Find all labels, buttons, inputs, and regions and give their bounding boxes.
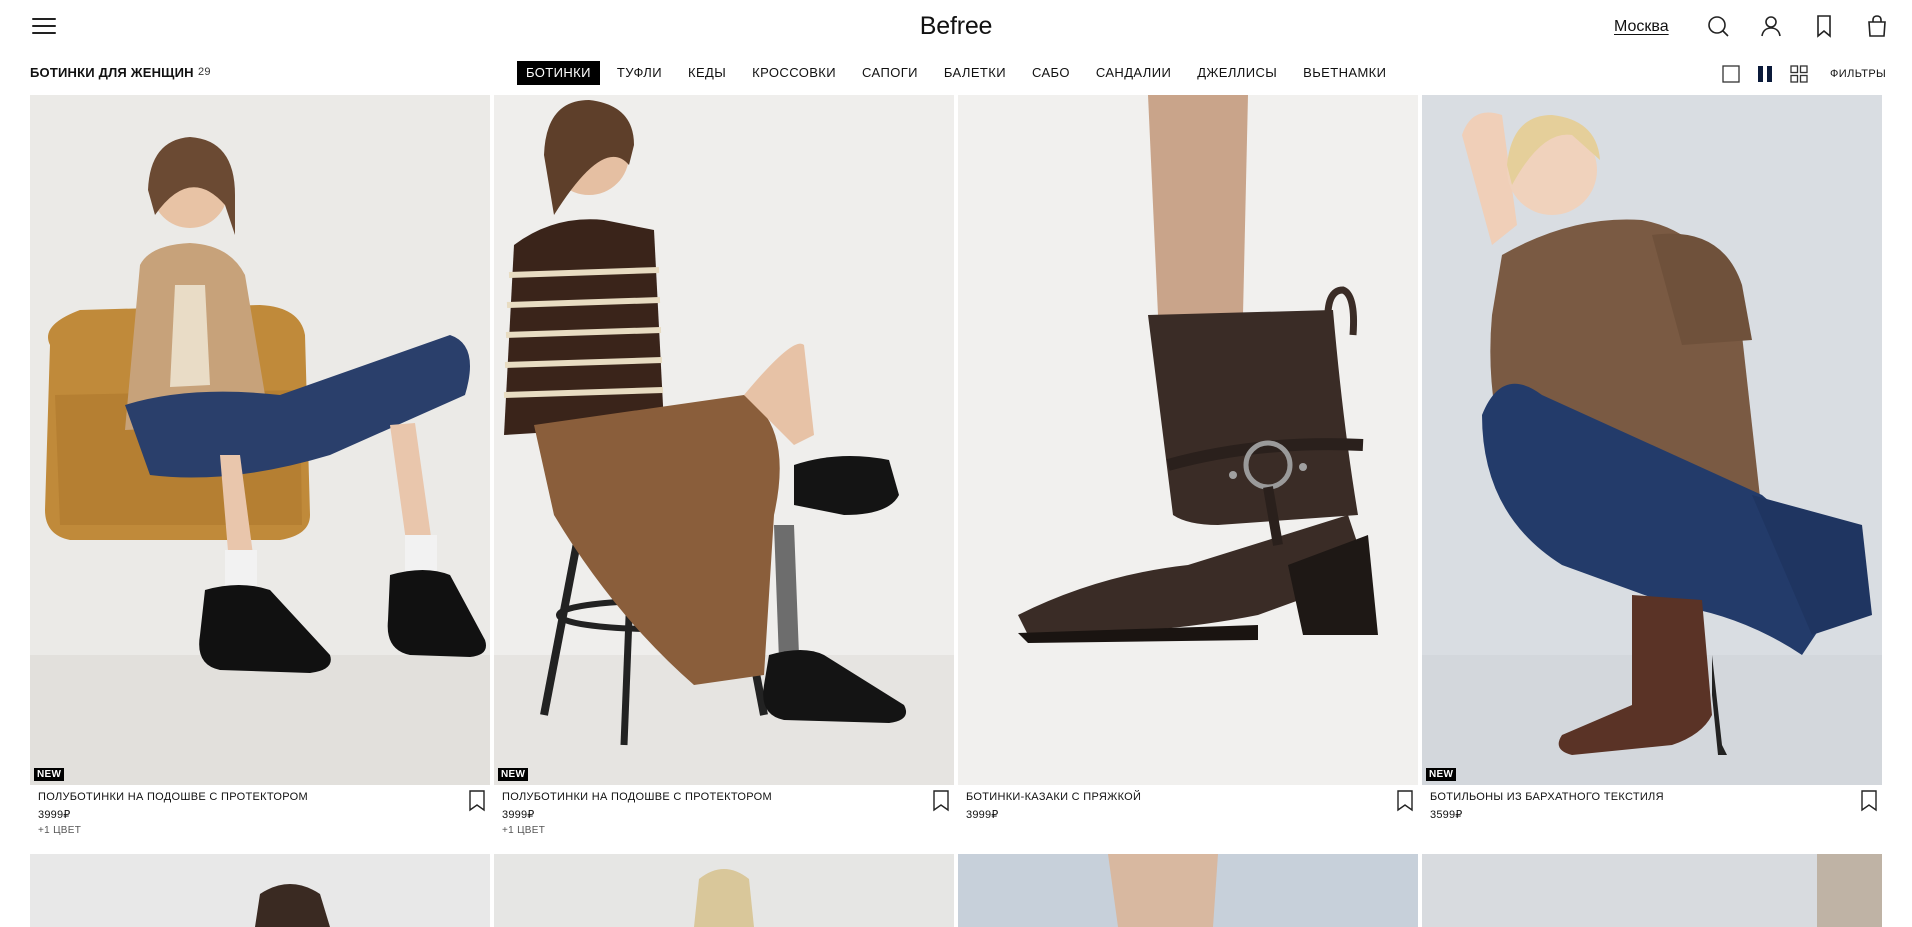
account-icon[interactable]: [1759, 14, 1783, 38]
tab-sapogi[interactable]: САПОГИ: [853, 61, 927, 85]
tab-krossovki[interactable]: КРОССОВКИ: [743, 61, 845, 85]
product-name[interactable]: ПОЛУБОТИНКИ НА ПОДОШВЕ С ПРОТЕКТОРОМ: [502, 791, 772, 803]
new-badge: NEW: [498, 768, 529, 781]
product-card: NEW БОТИЛЬОНЫ ИЗ БАРХАТНОГО ТЕКСТИЛЯ 359…: [1422, 95, 1882, 821]
bookmark-icon[interactable]: [1396, 790, 1414, 812]
product-name[interactable]: БОТИЛЬОНЫ ИЗ БАРХАТНОГО ТЕКСТИЛЯ: [1430, 791, 1664, 803]
product-name[interactable]: БОТИНКИ-КАЗАКИ С ПРЯЖКОЙ: [966, 791, 1141, 803]
product-card: NEW ПОЛУБОТИНКИ НА ПОДОШВЕ С ПРОТЕКТОРОМ…: [494, 95, 954, 836]
product-card: БОТИНКИ-КАЗАКИ С ПРЯЖКОЙ 3999₽: [958, 95, 1418, 821]
tab-jellies[interactable]: ДЖЕЛЛИСЫ: [1188, 61, 1286, 85]
bookmark-icon[interactable]: [468, 790, 486, 812]
single-column-view-icon[interactable]: [1721, 64, 1741, 84]
product-image[interactable]: [30, 854, 490, 927]
four-column-view-icon[interactable]: [1789, 64, 1809, 84]
bookmark-icon[interactable]: [932, 790, 950, 812]
listing-toolbar: БОТИНКИ ДЛЯ ЖЕНЩИН 29 БОТИНКИ ТУФЛИ КЕДЫ…: [0, 58, 1912, 88]
bookmark-icon[interactable]: [1860, 790, 1878, 812]
tab-botinki[interactable]: БОТИНКИ: [517, 61, 600, 85]
product-image[interactable]: NEW: [494, 95, 954, 785]
product-price: 3999₽: [966, 809, 999, 821]
product-name[interactable]: ПОЛУБОТИНКИ НА ПОДОШВЕ С ПРОТЕКТОРОМ: [38, 791, 308, 803]
product-colors[interactable]: +1 ЦВЕТ: [502, 825, 545, 836]
city-selector[interactable]: Москва: [1614, 18, 1669, 36]
product-image[interactable]: NEW: [1422, 95, 1882, 785]
tab-tufli[interactable]: ТУФЛИ: [608, 61, 671, 85]
page-title: БОТИНКИ ДЛЯ ЖЕНЩИН: [30, 65, 194, 80]
category-tabs: БОТИНКИ ТУФЛИ КЕДЫ КРОССОВКИ САПОГИ БАЛЕ…: [517, 61, 1403, 85]
bag-icon[interactable]: [1865, 14, 1889, 38]
product-colors[interactable]: +1 ЦВЕТ: [38, 825, 81, 836]
product-price: 3599₽: [1430, 809, 1463, 821]
tab-vietnamki[interactable]: ВЬЕТНАМКИ: [1294, 61, 1395, 85]
new-badge: NEW: [1426, 768, 1457, 781]
site-header: Befree Москва: [0, 0, 1912, 54]
product-count: 29: [198, 66, 211, 78]
search-icon[interactable]: [1706, 14, 1730, 38]
bookmark-icon[interactable]: [1812, 14, 1836, 38]
filters-button[interactable]: ФИЛЬТРЫ: [1830, 68, 1886, 80]
product-price: 3999₽: [38, 809, 71, 821]
two-column-view-icon[interactable]: [1755, 64, 1775, 84]
menu-icon[interactable]: [32, 16, 56, 36]
tab-baletki[interactable]: БАЛЕТКИ: [935, 61, 1015, 85]
tab-sandalii[interactable]: САНДАЛИИ: [1087, 61, 1180, 85]
product-image[interactable]: [958, 95, 1418, 785]
site-logo[interactable]: Befree: [920, 12, 993, 40]
tab-sabo[interactable]: САБО: [1023, 61, 1079, 85]
product-image[interactable]: [494, 854, 954, 927]
product-card: NEW ПОЛУБОТИНКИ НА ПОДОШВЕ С ПРОТЕКТОРОМ…: [30, 95, 490, 836]
tab-kedy[interactable]: КЕДЫ: [679, 61, 735, 85]
new-badge: NEW: [34, 768, 65, 781]
product-price: 3999₽: [502, 809, 535, 821]
product-image[interactable]: [958, 854, 1418, 927]
product-image[interactable]: [1422, 854, 1882, 927]
product-image[interactable]: NEW: [30, 95, 490, 785]
